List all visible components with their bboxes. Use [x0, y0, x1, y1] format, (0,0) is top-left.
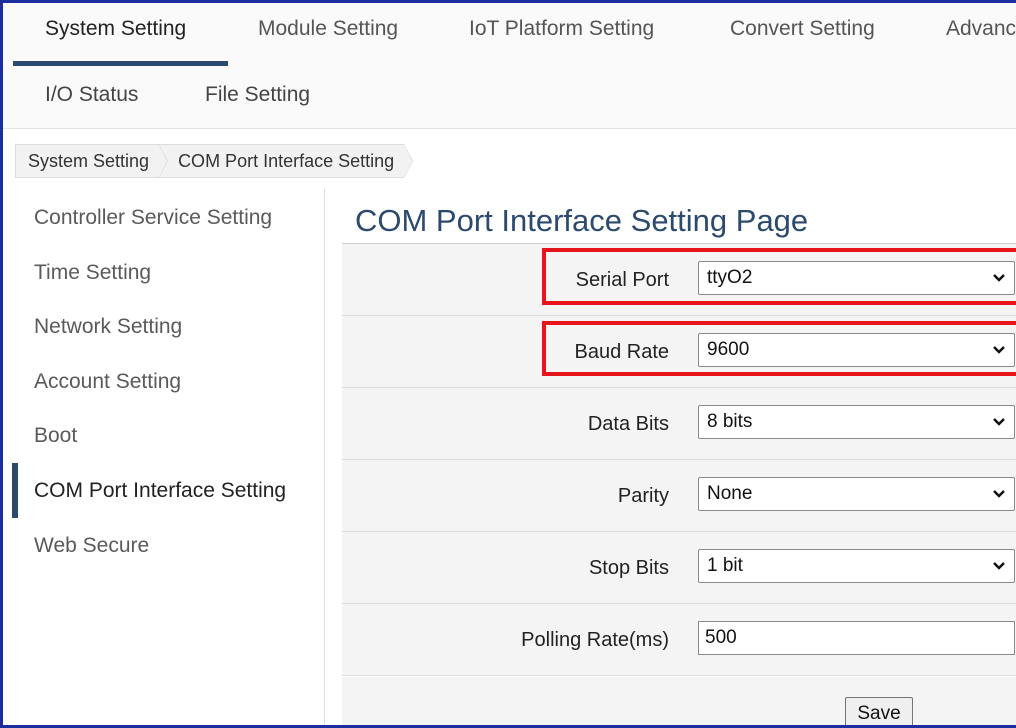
baud-rate-select[interactable]: 9600 [698, 333, 1015, 367]
chevron-down-icon [993, 418, 1005, 426]
form-row-parity: Parity None [342, 460, 1016, 532]
form-row-data-bits: Data Bits 8 bits [342, 388, 1016, 460]
sidebar-item-network-setting[interactable]: Network Setting [3, 307, 321, 347]
sidebar-item-boot[interactable]: Boot [3, 416, 321, 456]
save-button[interactable]: Save [845, 697, 913, 725]
breadcrumb-item-system-setting[interactable]: System Setting [15, 144, 169, 178]
stop-bits-label: Stop Bits [588, 557, 669, 579]
tab-io-status[interactable]: I/O Status [45, 83, 138, 107]
stop-bits-select[interactable]: 1 bit [698, 549, 1015, 583]
data-bits-value: 8 bits [707, 411, 753, 432]
chevron-down-icon [993, 490, 1005, 498]
tab-file-setting[interactable]: File Setting [205, 83, 310, 107]
form-row-stop-bits: Stop Bits 1 bit [342, 532, 1016, 604]
parity-select[interactable]: None [698, 477, 1015, 511]
tab-advanced[interactable]: Advanc [946, 17, 1016, 41]
form-row-serial-port: Serial Port ttyO2 [342, 244, 1016, 316]
sidebar-divider [324, 189, 325, 725]
chevron-down-icon [993, 274, 1005, 282]
parity-value: None [707, 483, 753, 504]
chevron-down-icon [993, 346, 1005, 354]
sidebar-item-web-secure[interactable]: Web Secure [3, 526, 321, 566]
sidebar-item-account-setting[interactable]: Account Setting [3, 362, 321, 402]
data-bits-label: Data Bits [587, 413, 669, 435]
side-menu: Controller Service Setting Time Setting … [3, 189, 325, 725]
data-bits-select[interactable]: 8 bits [698, 405, 1015, 439]
polling-rate-input[interactable]: 500 [698, 621, 1015, 655]
form-row-baud-rate: Baud Rate 9600 [342, 316, 1016, 388]
baud-rate-value: 9600 [707, 339, 750, 360]
serial-port-select[interactable]: ttyO2 [698, 261, 1015, 295]
sidebar-item-controller-service[interactable]: Controller Service Setting [3, 198, 321, 238]
sidebar-item-time-setting[interactable]: Time Setting [3, 253, 321, 293]
chevron-down-icon [993, 562, 1005, 570]
breadcrumb-item-com-port[interactable]: COM Port Interface Setting [159, 144, 414, 178]
sub-nav: I/O Status File Setting [3, 66, 1016, 129]
page-title: COM Port Interface Setting Page [355, 203, 809, 238]
tab-module-setting[interactable]: Module Setting [258, 17, 398, 41]
form-actions: Save [342, 677, 1016, 725]
serial-port-label: Serial Port [575, 269, 669, 291]
form-row-polling-rate: Polling Rate(ms) 500 [342, 604, 1016, 676]
app-frame: System Setting Module Setting IoT Platfo… [0, 0, 1016, 728]
sidebar-item-com-port[interactable]: COM Port Interface Setting [3, 463, 321, 518]
stop-bits-value: 1 bit [707, 555, 743, 576]
breadcrumb: System Setting COM Port Interface Settin… [15, 144, 414, 178]
serial-port-value: ttyO2 [707, 267, 753, 288]
polling-rate-label: Polling Rate(ms) [521, 629, 669, 651]
parity-label: Parity [617, 485, 669, 507]
baud-rate-label: Baud Rate [574, 341, 669, 363]
tab-system-setting[interactable]: System Setting [45, 17, 186, 41]
top-nav: System Setting Module Setting IoT Platfo… [3, 3, 1016, 66]
tab-convert-setting[interactable]: Convert Setting [730, 17, 875, 41]
tab-iot-platform-setting[interactable]: IoT Platform Setting [469, 17, 654, 41]
